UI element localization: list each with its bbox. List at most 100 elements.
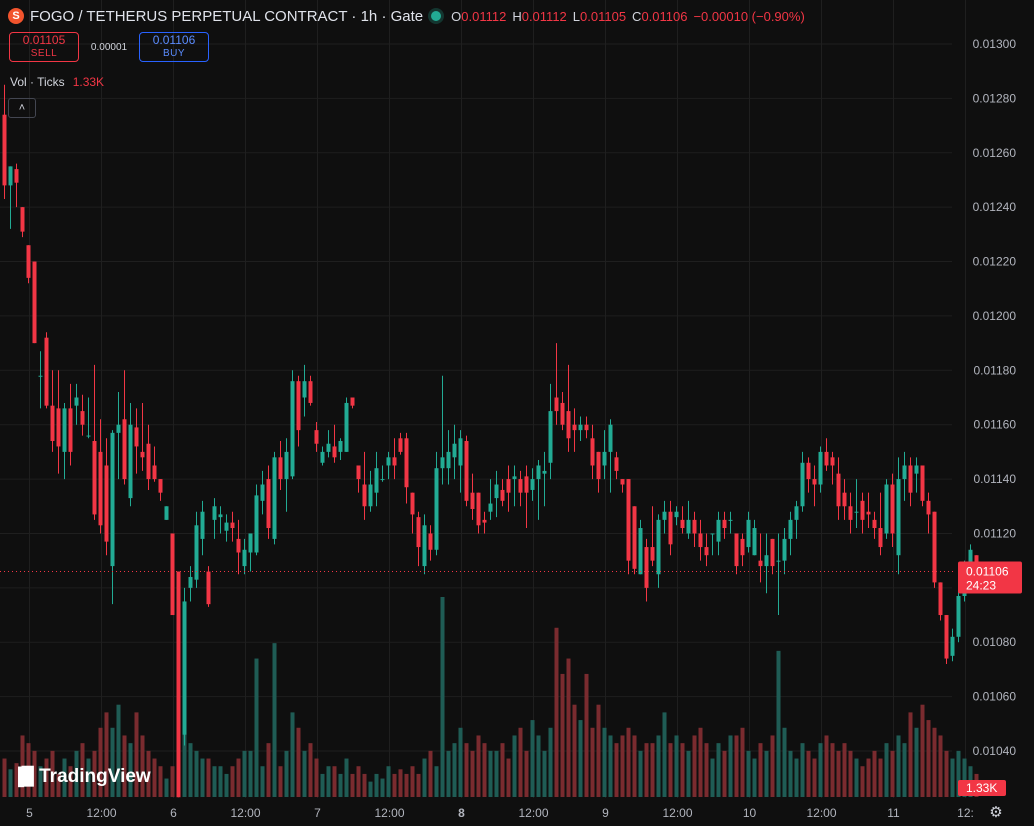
volume-bar (686, 750, 691, 797)
candle-body (830, 457, 835, 466)
watermark-text: TradingView (39, 766, 151, 787)
collapse-legend-button[interactable]: ˄ (8, 98, 36, 118)
candle-body (698, 533, 703, 548)
volume-bar (200, 758, 205, 797)
candle-body (410, 492, 415, 515)
close-value: 0.01106 (641, 8, 688, 24)
candle-body (818, 451, 823, 485)
candle-body (806, 462, 811, 480)
volume-bar (944, 750, 949, 797)
volume-bar (602, 727, 607, 797)
candle-body (62, 408, 67, 452)
volume-bar (884, 743, 889, 797)
candle-body (80, 411, 85, 425)
volume-bar (458, 727, 463, 797)
candle-body (686, 519, 691, 534)
spread-value: 0.00001 (90, 41, 128, 53)
candle-body (860, 500, 865, 520)
candle-body (290, 381, 295, 477)
volume-bar (698, 727, 703, 797)
candle-body (68, 408, 73, 452)
sell-button[interactable]: 0.01105 SELL (9, 32, 79, 62)
change-value: −0.00010 (−0.90%) (693, 8, 805, 24)
volume-bar (818, 743, 823, 797)
volume-bar (932, 727, 937, 797)
candle-body (2, 114, 7, 186)
volume-bar (488, 750, 493, 797)
volume-bar (890, 750, 895, 797)
time-tick-label: 12:00 (230, 806, 260, 820)
volume-bar (518, 727, 523, 797)
volume-bar (470, 750, 475, 797)
sell-price: 0.01105 (22, 33, 66, 47)
volume-bar (236, 758, 241, 797)
time-tick-label: 12:00 (86, 806, 116, 820)
buy-button[interactable]: 0.01106 BUY (139, 32, 209, 62)
candle-body (518, 479, 523, 493)
time-tick-label: 11 (887, 806, 900, 820)
candle-body (752, 528, 757, 556)
volume-bar (308, 743, 313, 797)
candle-body (248, 533, 253, 553)
symbol-title[interactable]: FOGO / TETHERUS PERPETUAL CONTRACT · 1h … (30, 8, 423, 25)
volume-bar (608, 735, 613, 797)
candle-body (788, 519, 793, 539)
candlestick-chart[interactable]: 0.010400.010600.010800.011000.011200.011… (0, 0, 1034, 826)
volume-bar (344, 758, 349, 797)
candle-body (896, 479, 901, 556)
volume-bar (920, 704, 925, 797)
candle-body (632, 506, 637, 569)
candle-body (386, 457, 391, 466)
candle-body (638, 528, 643, 575)
volume-bar (224, 773, 229, 797)
volume-bar (902, 743, 907, 797)
chart-settings-gear-icon[interactable]: ⚙ (986, 802, 1006, 822)
candle-body (380, 479, 385, 481)
candle-body (170, 533, 175, 616)
volume-bar (854, 758, 859, 797)
volume-bar (356, 766, 361, 797)
volume-bar (152, 758, 157, 797)
volume-bar (776, 650, 781, 797)
candle-body (140, 451, 145, 458)
time-tick-label: 12:00 (806, 806, 836, 820)
time-tick-label: 10 (743, 806, 757, 820)
candle-body (668, 511, 673, 545)
volume-bar (194, 750, 199, 797)
time-tick-label: 12:00 (374, 806, 404, 820)
candle-body (428, 533, 433, 550)
candle-body (110, 432, 115, 567)
candle-body (356, 465, 361, 480)
price-tick-label: 0.01080 (973, 635, 1017, 649)
bar-countdown: 24:23 (966, 579, 996, 593)
candle-body (920, 465, 925, 501)
volume-bar (440, 597, 445, 797)
candle-body (104, 465, 109, 542)
candle-body (86, 435, 91, 437)
candle-body (890, 484, 895, 534)
candle-body (836, 473, 841, 507)
volume-bar (248, 750, 253, 797)
candle-body (950, 636, 955, 656)
price-tick-label: 0.01040 (973, 744, 1017, 758)
candle-body (872, 519, 877, 529)
candle-body (404, 438, 409, 488)
price-tick-label: 0.01140 (974, 472, 1017, 486)
time-tick-label: 12: (957, 806, 974, 820)
price-axis[interactable]: 0.010400.010600.010800.011000.011200.011… (973, 37, 1017, 758)
price-tick-label: 0.01200 (973, 309, 1017, 323)
high-label: H (512, 8, 522, 24)
volume-bar (542, 750, 547, 797)
time-axis[interactable]: 5 12:00 6 12:00 7 12:00 8 12:00 9 12:00 10 12:00 11 1… (26, 806, 974, 820)
candle-body (470, 492, 475, 509)
candle-body (398, 438, 403, 452)
volume-bar (734, 735, 739, 797)
candle-body (212, 506, 217, 520)
candle-body (662, 511, 667, 520)
candle-body (416, 517, 421, 548)
volume-bar (536, 735, 541, 797)
volume-legend[interactable]: Vol · Ticks 1.33K (10, 75, 104, 89)
candle-body (692, 519, 697, 534)
volume-bar (800, 743, 805, 797)
time-tick-label: 8 (458, 806, 465, 820)
